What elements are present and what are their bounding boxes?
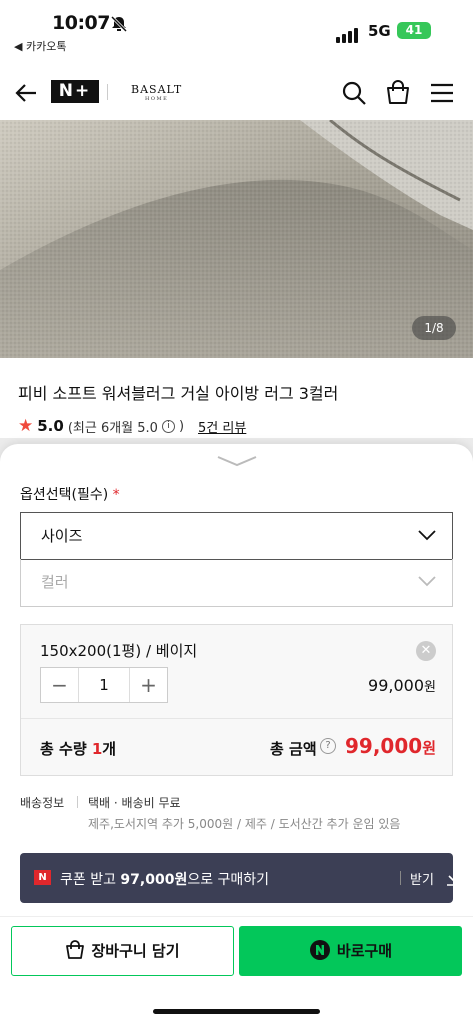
shipping-divider	[77, 796, 78, 808]
total-quantity: 총 수량 1개	[40, 738, 116, 759]
rating-detail: (최근 6개월 5.0	[67, 420, 158, 436]
image-page-indicator: 1/8	[412, 316, 456, 340]
info-icon[interactable]: i	[161, 419, 175, 433]
shipping-subtext: 제주,도서지역 추가 5,000원 / 제주 / 도서산간 추가 운임 있음	[88, 817, 401, 831]
item-price: 99,000원	[368, 676, 436, 695]
add-to-cart-button[interactable]: 장바구니 담기	[11, 926, 234, 976]
total-amount-label: 총 금액	[270, 740, 317, 758]
coupon-divider	[400, 871, 401, 885]
coupon-banner[interactable]: N 쿠폰 받고 97,000원으로 구매하기 받기	[20, 853, 461, 903]
shipping-text: 택배 · 배송비 무료	[88, 796, 181, 810]
rating-score: 5.0	[37, 417, 64, 435]
buy-now-label: 바로구매	[336, 942, 393, 960]
size-select[interactable]: 사이즈	[20, 512, 453, 560]
product-image[interactable]	[0, 120, 473, 358]
naver-pay-icon	[309, 940, 330, 960]
back-to-app-link[interactable]: ◀ 카카오톡	[14, 38, 66, 54]
quantity-stepper: − 1 +	[40, 667, 168, 703]
rating-close: )	[178, 418, 185, 434]
download-icon[interactable]	[446, 869, 462, 887]
coupon-text-amount: 97,000원	[120, 872, 188, 888]
status-time: 10:07	[52, 12, 110, 34]
header-divider	[107, 84, 108, 100]
brand-sub: HOME	[145, 96, 169, 102]
add-to-cart-label: 장바구니 담기	[91, 942, 180, 960]
quantity-minus-button[interactable]: −	[41, 668, 78, 702]
battery-icon: 41	[397, 22, 431, 39]
chevron-down-icon	[418, 530, 436, 541]
brand-name: BASALT	[131, 83, 183, 96]
color-select[interactable]: 컬러	[20, 559, 453, 607]
shopping-bag-icon	[66, 940, 85, 959]
total-amount: 99,000원	[345, 734, 436, 758]
total-quantity-value: 1	[91, 740, 103, 758]
network-label: 5G	[368, 22, 391, 40]
shopping-bag-icon[interactable]	[385, 80, 411, 106]
total-quantity-label: 총 수량	[40, 740, 87, 758]
total-amount-unit: 원	[422, 739, 436, 757]
coupon-text: 쿠폰 받고 97,000원으로 구매하기	[60, 869, 269, 889]
option-title: 옵션선택(필수) *	[20, 484, 120, 504]
option-title-text: 옵션선택(필수)	[20, 487, 109, 503]
bell-muted-icon	[110, 16, 128, 32]
total-quantity-unit: 개	[102, 740, 117, 758]
color-select-label: 컬러	[41, 573, 69, 591]
coupon-get-button[interactable]: 받기	[410, 869, 434, 888]
quantity-value[interactable]: 1	[78, 668, 130, 702]
naver-n-icon: N	[34, 870, 51, 885]
menu-icon[interactable]	[429, 80, 455, 106]
footer-divider	[0, 916, 473, 917]
product-title: 피비 소프트 워셔블러그 거실 아이방 러그 3컬러	[18, 384, 339, 403]
buy-now-button[interactable]: 바로구매	[239, 926, 462, 976]
search-icon[interactable]	[341, 80, 367, 106]
size-select-label: 사이즈	[41, 527, 83, 545]
item-divider	[21, 718, 452, 719]
item-price-unit: 원	[424, 680, 436, 695]
back-arrow-icon[interactable]	[14, 82, 38, 104]
required-mark: *	[112, 487, 120, 503]
remove-item-close-icon[interactable]: ✕	[416, 641, 436, 661]
signal-icon	[336, 24, 360, 43]
brand-logo[interactable]: BASALT HOME	[131, 83, 182, 102]
help-question-icon[interactable]: ?	[320, 738, 336, 754]
total-amount-value: 99,000	[345, 734, 423, 758]
selected-item-name: 150x200(1평) / 베이지	[40, 642, 198, 660]
product-rating: ★ 5.0 (최근 6개월 5.0 i ) 5건 리뷰	[18, 416, 246, 436]
quantity-plus-button[interactable]: +	[130, 668, 167, 702]
shipping-label: 배송정보	[20, 796, 65, 810]
naver-plus-logo[interactable]: N+	[51, 80, 99, 103]
review-link[interactable]: 5건 리뷰	[198, 417, 246, 436]
home-indicator	[153, 1009, 320, 1014]
sheet-collapse-chevron-icon[interactable]	[216, 454, 258, 468]
item-price-value: 99,000	[368, 676, 425, 695]
coupon-text-post: 으로 구매하기	[187, 872, 270, 888]
star-icon: ★	[18, 416, 34, 436]
chevron-down-icon	[418, 576, 436, 587]
coupon-text-pre: 쿠폰 받고	[60, 872, 121, 888]
